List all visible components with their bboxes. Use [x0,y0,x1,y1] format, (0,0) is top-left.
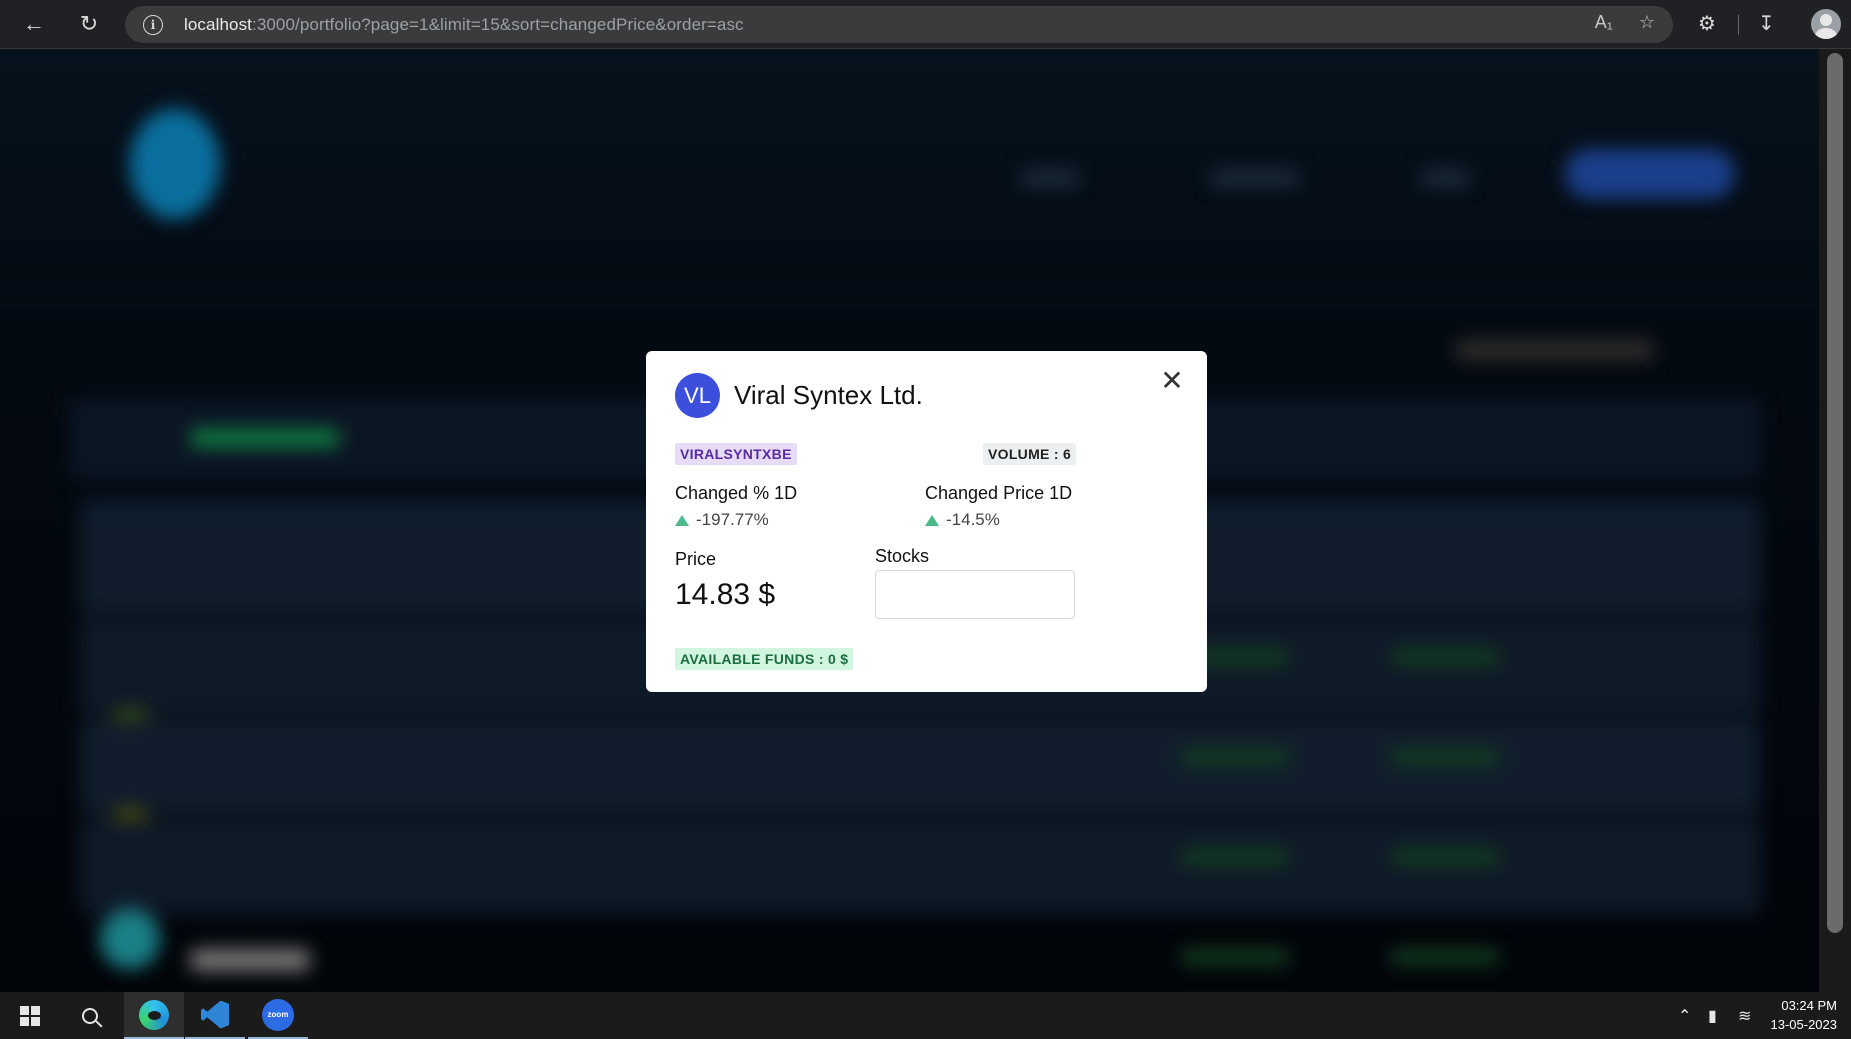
up-triangle-icon [925,514,939,526]
summary-value [190,429,340,447]
reload-icon[interactable]: ↻ [75,10,103,38]
row-change [1390,749,1500,765]
row-change [1390,949,1500,965]
taskbar-vscode[interactable] [185,992,245,1039]
vscode-icon [201,1000,229,1029]
wifi-icon[interactable]: ≋ [1738,992,1751,1039]
row-change [1180,949,1290,965]
taskbar: zoom ⌃ ▮ ≋ 03:24 PM 13-05-2023 [0,992,1851,1039]
browser-toolbar: ← ↻ i localhost:3000/portfolio?page=1&li… [0,0,1851,49]
row-change [1180,749,1290,765]
read-aloud-icon[interactable]: A₁ [1595,12,1613,33]
modal-header: VL Viral Syntex Ltd. [675,373,923,418]
windows-logo-icon [20,1005,40,1026]
page-scrollbar[interactable] [1819,49,1851,992]
taskbar-edge[interactable] [124,992,184,1039]
clock-date: 13-05-2023 [1770,1017,1838,1032]
nav-link [1020,169,1080,187]
downloads-icon[interactable]: ↧ [1758,11,1775,36]
company-name: Viral Syntex Ltd. [734,380,923,410]
app-logo-icon [130,109,220,219]
changed-percent-stat: Changed % 1D -197.77% [675,483,797,530]
toolbar-divider [1738,15,1739,35]
battery-icon[interactable]: ▮ [1708,992,1717,1039]
row-change [1390,649,1500,665]
filter-control [1455,339,1655,361]
price-block: Price 14.83 $ [675,549,775,612]
edge-browser-icon [139,999,169,1030]
nav-link [1420,169,1470,187]
available-funds-badge: AVAILABLE FUNDS : 0 $ [675,648,854,670]
company-avatar: VL [675,373,720,418]
table-row [80,819,1760,914]
changed-price-value: -14.5% [946,510,1000,529]
add-favorite-icon[interactable]: ☆ [1639,12,1655,33]
url-host: localhost [184,14,252,34]
stocks-label: Stocks [875,546,930,566]
extensions-icon[interactable]: ⚙ [1698,11,1716,36]
nav-link [1210,169,1300,187]
tray-chevron-icon[interactable]: ⌃ [1678,992,1691,1039]
symbol-badge: VIRALSYNTXBE [675,443,797,465]
row-change [1390,849,1500,865]
url-text[interactable]: localhost:3000/portfolio?page=1&limit=15… [184,15,744,35]
row-avatar [100,909,160,969]
stocks-input[interactable] [875,570,1075,619]
url-path: :3000/portfolio?page=1&limit=15&sort=cha… [252,14,744,34]
scrollbar-thumb[interactable] [1827,53,1843,933]
back-arrow-icon[interactable]: ← [20,10,48,38]
search-button[interactable] [60,992,120,1039]
profile-avatar-icon[interactable] [1811,9,1841,39]
search-icon [82,1007,98,1024]
changed-percent-value: -197.77% [696,510,769,529]
row-change [1180,849,1290,865]
taskbar-zoom[interactable]: zoom [248,992,308,1039]
volume-badge: VOLUME : 6 [983,443,1077,465]
nav-button [1565,149,1735,199]
row-symbol [190,949,310,971]
clock-time: 03:24 PM [1781,998,1837,1013]
up-triangle-icon [675,514,689,526]
stocks-block: Stocks [875,546,1075,619]
price-label: Price [675,549,717,569]
zoom-icon: zoom [262,998,294,1031]
system-clock[interactable]: 03:24 PM 13-05-2023 [1771,996,1838,1034]
site-info-icon[interactable]: i [143,14,163,35]
address-bar[interactable]: i localhost:3000/portfolio?page=1&limit=… [125,6,1673,43]
price-value: 14.83 $ [675,578,776,611]
changed-price-stat: Changed Price 1D -14.5% [925,483,1072,530]
start-button[interactable] [0,992,60,1039]
stock-detail-modal: ✕ VL Viral Syntex Ltd. VIRALSYNTXBE VOLU… [646,351,1207,692]
changed-price-label: Changed Price 1D [925,483,1073,503]
close-icon[interactable]: ✕ [1159,367,1185,395]
table-row [80,719,1760,814]
changed-percent-label: Changed % 1D [675,483,798,503]
